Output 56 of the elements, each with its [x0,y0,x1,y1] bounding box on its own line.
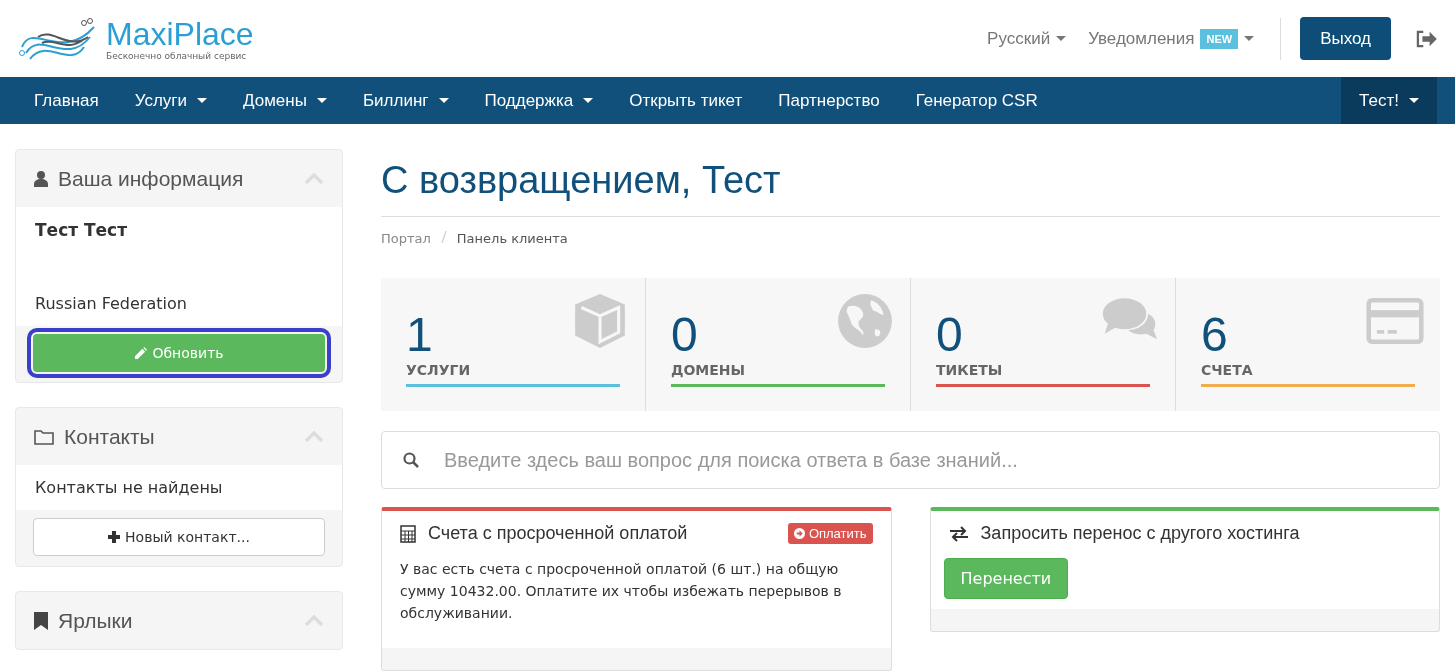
chevron-icon[interactable] [304,172,324,185]
nav-link[interactable]: Домены [225,77,345,124]
breadcrumb-separator [440,231,447,243]
account-menu[interactable]: Тест! [1341,77,1437,124]
folder-icon [34,428,54,445]
panel-title: Ваша информация [58,166,245,191]
nav-link[interactable]: Партнерство [760,77,898,124]
pay-button[interactable]: Оплатить [787,523,873,544]
stat-tile[interactable]: 1 УСЛУГИ [381,278,645,411]
nav-link[interactable]: Услуги [116,77,225,124]
client-name: Тест Тест [35,220,129,240]
swap-arrows-icon [948,525,969,542]
search-field[interactable]: Введите здесь ваш вопрос для поиска ответа в базе знаний... [381,431,1440,489]
logo-tagline: Бесконечно облачный сервис [106,50,248,61]
page-title: С возвращением, Тест [381,159,782,202]
arrow-right-icon [793,528,805,539]
logout-button[interactable]: Выход [1300,17,1391,60]
plus-icon [108,531,121,543]
nav-link[interactable]: Биллинг [344,77,467,124]
stat-label: ТИКЕТЫ [936,362,1150,387]
exit-icon [1415,29,1437,48]
stat-label: ДОМЕНЫ [671,362,885,387]
stat-value: 0 [671,308,698,362]
logo-name: MaxiPlace [106,16,254,51]
breadcrumb-item: Панель клиента [456,231,568,246]
stat-value: 6 [1201,308,1228,362]
panel-title: Ярлыки [58,608,134,633]
panel-title: Счета с просроченной оплатой [428,523,689,544]
stat-tile[interactable]: 0 ТИКЕТЫ [910,278,1175,411]
new-contact-button[interactable]: Новый контакт... [33,518,325,556]
panel-title: Контакты [64,424,156,449]
nav-link[interactable]: Генератор CSR [897,77,1056,124]
nav-link[interactable]: Поддержка [466,77,612,124]
empty-message: Контакты не найдены [35,478,224,497]
stat-value: 1 [406,308,433,362]
chevron-icon[interactable] [304,430,324,443]
bookmark-icon [34,611,48,630]
nav-link[interactable]: Открыть тикет [611,77,761,124]
user-icon [34,170,48,187]
calculator-icon [400,524,416,543]
stat-tile[interactable]: 6 СЧЕТА [1175,278,1440,411]
nav-link[interactable]: Главная [16,77,117,124]
client-country: Russian Federation [35,294,188,313]
panel-title: Запросить перенос с другого хостинга [980,523,1301,544]
notifications-menu[interactable]: Уведомления NEW [1088,28,1255,49]
new-badge: NEW [1200,28,1239,49]
chevron-icon[interactable] [304,614,324,627]
stat-tile[interactable]: 0 ДОМЕНЫ [645,278,910,411]
globe-icon [836,292,894,350]
language-menu[interactable]: Русский [987,28,1067,49]
pencil-icon [134,346,148,360]
breadcrumb-item[interactable]: Портал [381,231,431,246]
panel-text: У вас есть счета с просроченной оплатой (6 шт.) на общую сумму 10432.00. Оплатите их чтобы избежать перерывов в обслуживании. [400,560,843,623]
stat-value: 0 [936,308,963,362]
stat-label: УСЛУГИ [406,362,620,387]
stat-label: СЧЕТА [1201,362,1415,387]
